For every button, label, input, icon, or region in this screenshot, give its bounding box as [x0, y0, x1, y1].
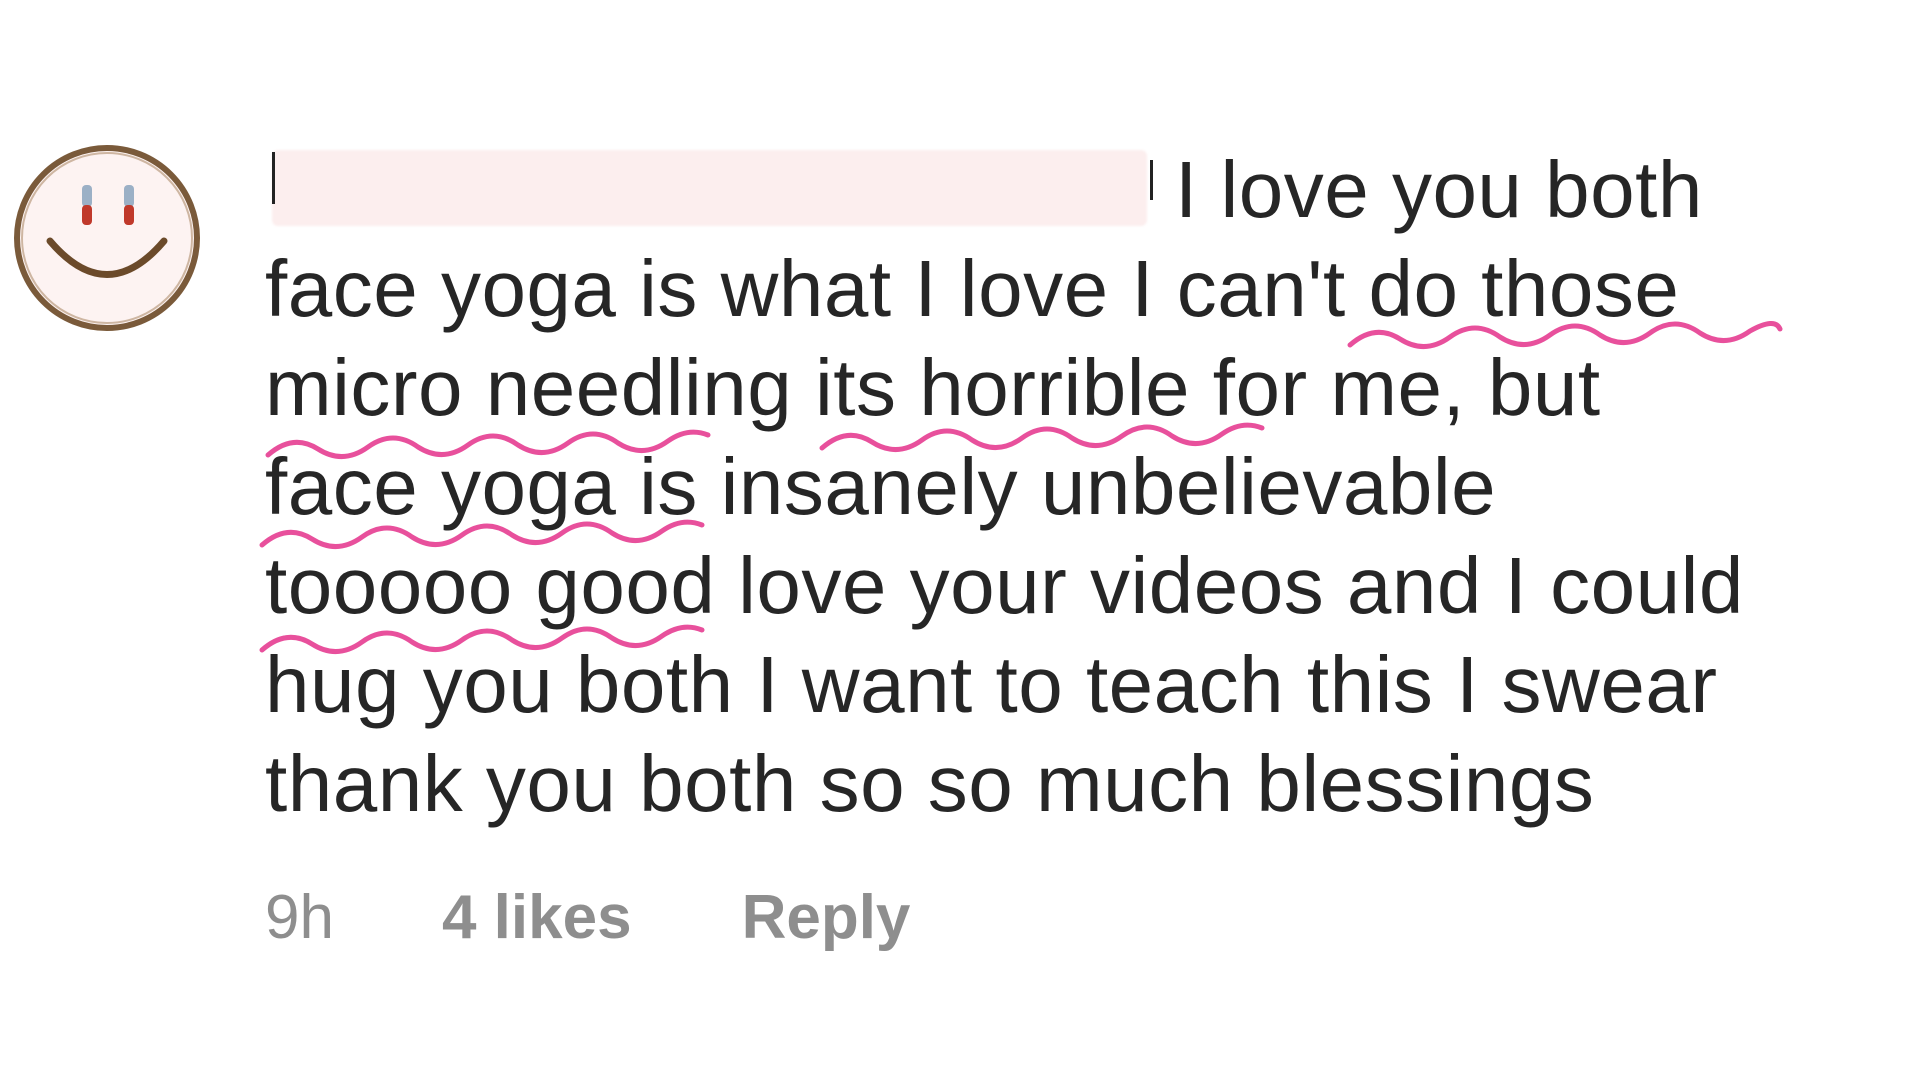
timestamp: 9h: [265, 883, 334, 952]
comment-line: hug you both I want to teach this I swea…: [265, 640, 1718, 729]
comment-line: I love you both: [1175, 145, 1703, 234]
likes-count-link[interactable]: 4 likes: [442, 882, 632, 953]
comment-text: I love you both face yoga is what I love…: [265, 140, 1905, 833]
comment-screenshot: I love you both face yoga is what I love…: [0, 0, 1920, 1080]
reply-button[interactable]: Reply: [742, 882, 911, 953]
comment-line: thank you both so so much blessings: [265, 739, 1595, 828]
comment-line: tooooo good love your videos and I could: [265, 541, 1744, 630]
comment-line: face yoga is insanely unbelievable: [265, 442, 1497, 531]
comment-line: micro needling its horrible for me, but: [265, 343, 1601, 432]
smiley-face-icon[interactable]: [12, 143, 202, 333]
comment-line: face yoga is what I love I can't do thos…: [265, 244, 1680, 333]
comment-meta: 9h 4 likes Reply: [265, 882, 910, 953]
